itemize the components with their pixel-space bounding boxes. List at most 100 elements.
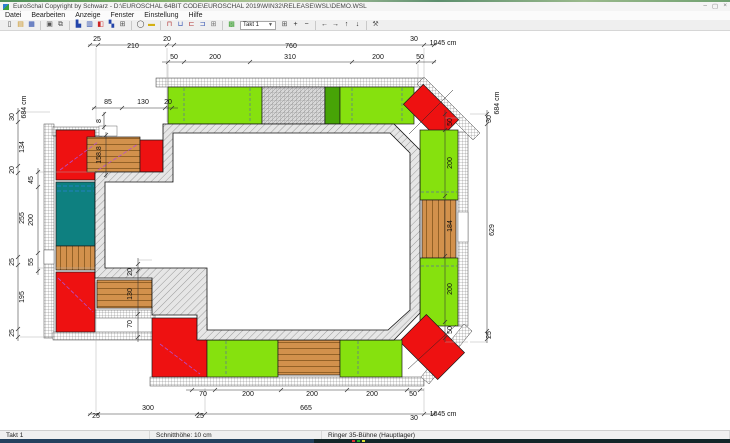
menu-item-fenster[interactable]: Fenster (106, 12, 140, 19)
wall-tool-2-button[interactable]: ⊔ (175, 20, 186, 30)
taskbar-sliver (0, 439, 730, 443)
settings-tool-button[interactable]: ⚒ (370, 20, 381, 30)
zoom-window-button[interactable]: ◯ (135, 20, 146, 30)
panel-green-top-left[interactable] (168, 87, 262, 124)
dimension-label: 200 (306, 391, 318, 398)
takt-selector-value: Takt 1 (243, 22, 259, 28)
panel-green-bottom-left[interactable] (207, 340, 278, 377)
taskbar-color-dot (357, 440, 360, 442)
dimension-label: 20 (164, 99, 172, 106)
wall-tool-4-button[interactable]: ⊐ (197, 20, 208, 30)
dimension-label: 30 (486, 115, 493, 123)
app-icon (3, 4, 9, 10)
wall-tool-3-button[interactable]: ⊏ (186, 20, 197, 30)
toolbar-separator (160, 21, 161, 30)
panel-darkgreen-top[interactable] (325, 87, 340, 124)
panel-red-left-lower[interactable] (56, 272, 95, 332)
dimension-label: 30 (9, 113, 16, 121)
toolbar-separator (131, 21, 132, 30)
measure-button[interactable]: ▬ (146, 20, 157, 30)
bar-chart-view-button[interactable]: ▥ (84, 20, 95, 30)
dimension-label: 300 (142, 405, 154, 412)
dimension-label: 30 (410, 36, 418, 43)
dimension-label: 255 (19, 212, 26, 224)
pan-left-button[interactable]: ← (319, 20, 330, 30)
dimension-label: 130 (127, 288, 134, 300)
dimension-label: 50 (170, 54, 178, 61)
toolbar-separator (40, 21, 41, 30)
panel-wood-bottom[interactable] (278, 340, 340, 375)
toolbar-separator (366, 21, 367, 30)
toolbar-separator (69, 21, 70, 30)
wall-tool-5-button[interactable]: ⊞ (208, 20, 219, 30)
takt-colors-button[interactable]: ▩ (226, 20, 237, 30)
dimension-label: 684 cm (21, 95, 28, 118)
dimension-label: 134 (19, 141, 26, 153)
zoom-out-button[interactable]: − (301, 20, 312, 30)
dimension-label: 200 (242, 391, 254, 398)
minimize-button[interactable]: – (703, 2, 707, 10)
panel-green-top-right[interactable] (340, 87, 414, 124)
menu-item-hilfe[interactable]: Hilfe (183, 12, 207, 19)
panel-green-bottom-right[interactable] (340, 340, 402, 377)
print-preview-button[interactable]: ⧉ (55, 20, 66, 30)
legend-view-button[interactable]: ▚ (106, 20, 117, 30)
dimension-label: 1045 cm (430, 40, 457, 47)
open-folder-button[interactable]: ▤ (15, 20, 26, 30)
panel-infill-top[interactable] (262, 87, 325, 124)
toolbar-separator (222, 21, 223, 30)
dimension-label: 20 (127, 268, 134, 276)
dimension-label: 45 (28, 176, 35, 184)
toolbar: ▯▤▦▣⧉▙▥◧▚⊞◯▬⊓⊔⊏⊐⊞▩Takt 1▼⊞+−←→↑↓⚒ (0, 20, 730, 31)
dimension-label: 665 (300, 405, 312, 412)
dimension-label: 25 (92, 413, 100, 420)
panel-wood-pocket[interactable] (97, 280, 152, 308)
panel-red-upper-left[interactable] (140, 140, 163, 172)
dimension-label: 200 (28, 214, 35, 226)
dimension-label: 210 (127, 43, 139, 50)
taskbar-color-dot (352, 440, 355, 442)
close-button[interactable]: × (723, 2, 727, 10)
taskbar-color-dot (362, 440, 365, 442)
dimension-label: 30 (410, 415, 418, 422)
panel-teal-left[interactable] (56, 182, 95, 246)
zoom-in-button[interactable]: + (290, 20, 301, 30)
dimension-label: 200 (447, 283, 454, 295)
toolbar-separator (315, 21, 316, 30)
panel-colors-view-button[interactable]: ◧ (95, 20, 106, 30)
dimension-label: 195 (19, 291, 26, 303)
dimension-label: 25 (9, 258, 16, 266)
dimension-label: 50 (447, 326, 454, 334)
menu-item-bearbeiten[interactable]: Bearbeiten (26, 12, 70, 19)
takt-selector[interactable]: Takt 1 ▼ (240, 21, 276, 30)
pan-down-button[interactable]: ↓ (352, 20, 363, 30)
dimension-label: 158.8 (96, 146, 103, 164)
new-file-button[interactable]: ▯ (4, 20, 15, 30)
pan-up-button[interactable]: ↑ (341, 20, 352, 30)
print-button[interactable]: ▣ (44, 20, 55, 30)
drawing-canvas[interactable]: 2521020760301045 cm502003102005085130208… (0, 31, 730, 430)
dimension-label: 25 (9, 329, 16, 337)
pan-right-button[interactable]: → (330, 20, 341, 30)
wall-tool-1-button[interactable]: ⊓ (164, 20, 175, 30)
dimension-label: 50 (447, 118, 454, 126)
dimension-label: 25 (196, 413, 204, 420)
table-view-button[interactable]: ⊞ (117, 20, 128, 30)
dimension-label: 1045 cm (430, 411, 457, 418)
dimension-label: 310 (284, 54, 296, 61)
save-button[interactable]: ▦ (26, 20, 37, 30)
stats-view-button[interactable]: ▙ (73, 20, 84, 30)
menu-item-anzeige[interactable]: Anzeige (70, 12, 105, 19)
maximize-button[interactable]: ▢ (712, 2, 718, 10)
menu-item-datei[interactable]: Datei (0, 12, 26, 19)
dimension-label: 20 (9, 166, 16, 174)
dimension-label: 200 (372, 54, 384, 61)
overview-grid-button[interactable]: ⊞ (279, 20, 290, 30)
panel-wood-left-small[interactable] (56, 246, 95, 270)
panel-stair-upper-left[interactable] (87, 137, 140, 172)
menu-item-einstellung[interactable]: Einstellung (139, 12, 183, 19)
dimension-label: 760 (285, 43, 297, 50)
dimension-label: 50 (409, 391, 417, 398)
dimension-label: 684 cm (494, 91, 501, 114)
chevron-down-icon: ▼ (268, 22, 273, 28)
